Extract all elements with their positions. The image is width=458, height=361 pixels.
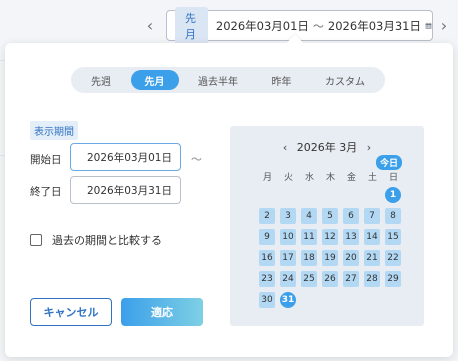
start-date-input[interactable] (70, 143, 181, 171)
calendar-header: ‹ 2026年 3月 › (230, 139, 424, 155)
tab-last-month[interactable]: 先月 (130, 70, 179, 90)
calendar-day[interactable]: 29 (385, 271, 401, 287)
weekday-label: 月 (262, 173, 272, 183)
end-date-input[interactable] (70, 176, 181, 204)
calendar-day[interactable]: 11 (301, 229, 317, 245)
cancel-button[interactable]: キャンセル (30, 298, 112, 326)
calendar-day[interactable]: 21 (364, 250, 380, 266)
preset-tabs: 先週 先月 過去半年 昨年 カスタム (71, 67, 385, 93)
calendar-day[interactable]: 7 (364, 208, 380, 224)
calendar-day[interactable]: 13 (343, 229, 359, 245)
calendar-next-month-icon[interactable]: › (367, 141, 371, 154)
date-range-bar: ‹ 先月 2026年03月01日 ～ 2026年03月31日 › (140, 6, 458, 45)
calendar-day[interactable]: 17 (280, 250, 296, 266)
apply-button[interactable]: 適応 (121, 298, 203, 326)
tab-last-half-year[interactable]: 過去半年 (184, 70, 252, 90)
calendar-day[interactable]: 15 (385, 229, 401, 245)
range-separator: ～ (312, 19, 324, 33)
weekday-label: 金 (346, 173, 356, 183)
start-date-label: 開始日 (30, 154, 62, 166)
calendar-day[interactable]: 30 (259, 292, 275, 308)
calendar-day[interactable]: 3 (280, 208, 296, 224)
calendar-day[interactable]: 8 (385, 208, 401, 224)
calendar-icon[interactable] (425, 20, 432, 32)
calendar-day[interactable]: 2 (259, 208, 275, 224)
tab-custom[interactable]: カスタム (311, 70, 379, 90)
calendar-day[interactable]: 28 (364, 271, 380, 287)
calendar-day[interactable]: 26 (322, 271, 338, 287)
calendar-prev-month-icon[interactable]: ‹ (283, 141, 287, 154)
range-start-text: 2026年03月01日 (215, 18, 309, 33)
chevron-right-icon[interactable]: › (436, 15, 452, 35)
tab-last-year[interactable]: 昨年 (258, 70, 306, 90)
calendar-day[interactable]: 23 (259, 271, 275, 287)
calendar-day[interactable]: 9 (259, 229, 275, 245)
weekday-label: 土 (367, 173, 377, 183)
calendar-day[interactable]: 27 (343, 271, 359, 287)
display-period-label: 表示期間 (30, 121, 78, 140)
weekday-label: 木 (325, 173, 335, 183)
calendar-month-title: 2026年 3月 (296, 141, 358, 154)
calendar-day[interactable]: 6 (343, 208, 359, 224)
compare-label: 過去の期間と比較する (52, 234, 162, 247)
calendar-day[interactable]: 19 (322, 250, 338, 266)
calendar-day[interactable]: 20 (343, 250, 359, 266)
calendar-day[interactable]: 24 (280, 271, 296, 287)
month-calendar: ‹ 2026年 3月 › 今日 月 火 水 木 金 土 日 1234567891… (230, 126, 424, 326)
calendar-day[interactable]: 18 (301, 250, 317, 266)
date-range-field[interactable]: 先月 2026年03月01日 ～ 2026年03月31日 (166, 6, 433, 45)
weekday-label: 日 (388, 173, 398, 183)
weekday-label: 火 (283, 173, 293, 183)
calendar-day[interactable]: 16 (259, 250, 275, 266)
chevron-left-icon[interactable]: ‹ (142, 15, 158, 35)
today-badge[interactable]: 今日 (376, 155, 403, 170)
calendar-day[interactable]: 4 (301, 208, 317, 224)
end-date-label: 終了日 (30, 186, 62, 198)
date-picker-popover: 先週 先月 過去半年 昨年 カスタム 表示期間 開始日 ～ 終了日 過去の期間と… (5, 34, 453, 357)
tab-last-week[interactable]: 先週 (77, 70, 125, 90)
calendar-day[interactable]: 22 (385, 250, 401, 266)
calendar-day[interactable]: 5 (322, 208, 338, 224)
calendar-day[interactable]: 10 (280, 229, 296, 245)
calendar-day[interactable]: 31 (280, 292, 296, 308)
compare-option[interactable]: 過去の期間と比較する (30, 232, 162, 248)
calendar-day[interactable]: 1 (385, 187, 401, 203)
weekday-label: 水 (304, 173, 314, 183)
compare-checkbox[interactable] (30, 234, 42, 246)
range-preset-badge: 先月 (175, 6, 208, 45)
calendar-day[interactable]: 14 (364, 229, 380, 245)
range-end-text: 2026年03月31日 (327, 18, 421, 33)
date-separator: ～ (191, 153, 202, 166)
calendar-day[interactable]: 12 (322, 229, 338, 245)
weekday-header: 月 火 水 木 金 土 日 (257, 170, 404, 183)
calendar-day[interactable]: 25 (301, 271, 317, 287)
